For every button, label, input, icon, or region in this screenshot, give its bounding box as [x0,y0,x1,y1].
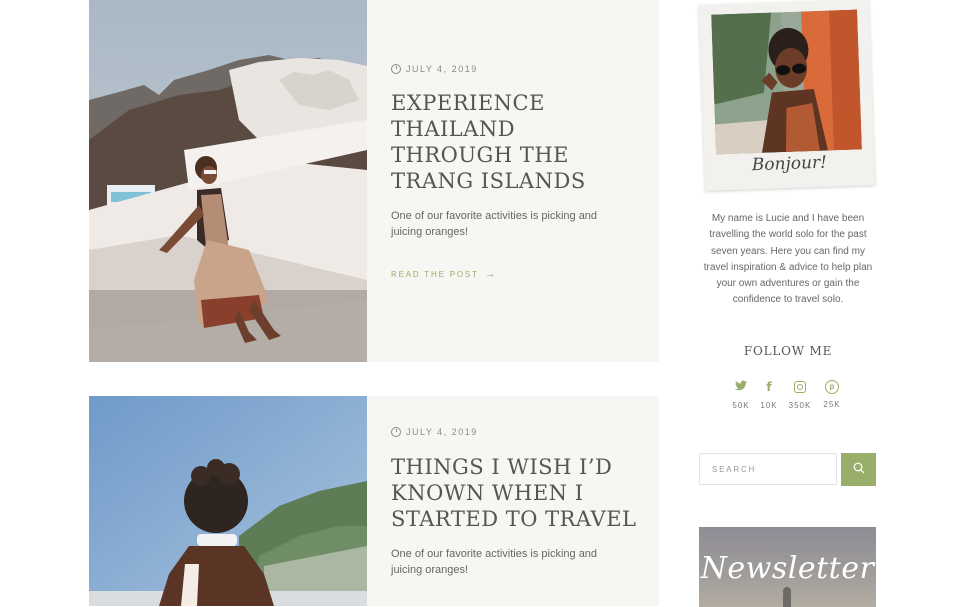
post-excerpt: One of our favorite activities is pickin… [391,548,598,576]
read-the-post-link[interactable]: READ THE POST → [391,268,496,280]
post-title[interactable]: THINGS I WISH I’D KNOWN WHEN I STARTED T… [391,454,641,532]
post-card: JULY 4, 2019 EXPERIENCE THAILAND THROUGH… [89,0,659,362]
facebook-icon: f [766,380,772,394]
arrow-right-icon: → [484,268,496,280]
post-date-text: JULY 4, 2019 [406,427,478,437]
pinterest-icon: p [825,380,839,394]
follow-me-heading: FOLLOW ME [743,344,833,358]
facebook-count: 10K [760,401,778,410]
about-text: My name is Lucie and I have been travell… [703,213,873,306]
search-icon [853,462,864,474]
social-facebook-link[interactable]: f 10K [752,380,786,410]
post-excerpt: One of our favorite activities is pickin… [391,210,598,238]
social-pinterest-link[interactable]: p 25K [815,380,849,409]
post-date: JULY 4, 2019 [391,64,478,74]
instagram-count: 350K [788,401,812,410]
search-input[interactable] [699,453,837,485]
post-title[interactable]: EXPERIENCE THAILAND THROUGH THE TRANG IS… [391,90,641,194]
post-image-santorini-woman[interactable] [89,0,367,362]
clock-icon [391,427,401,437]
about-polaroid: Bonjour! [698,0,876,191]
search-button[interactable] [841,453,876,486]
post-card: JULY 4, 2019 THINGS I WISH I’D KNOWN WHE… [89,396,659,606]
clock-icon [391,64,401,74]
newsletter-title: Newsletter [700,551,875,586]
post-date-text: JULY 4, 2019 [406,64,478,74]
social-instagram-link[interactable]: 350K [783,380,817,410]
author-photo [711,9,862,155]
newsletter-banner[interactable]: Newsletter [699,527,876,607]
read-the-post-label: READ THE POST [391,269,479,279]
pinterest-count: 25K [823,400,841,409]
polaroid-caption: Bonjour! [751,152,828,176]
instagram-icon [794,381,806,393]
post-image-woman-back-view[interactable] [89,396,367,606]
post-date: JULY 4, 2019 [391,427,478,437]
